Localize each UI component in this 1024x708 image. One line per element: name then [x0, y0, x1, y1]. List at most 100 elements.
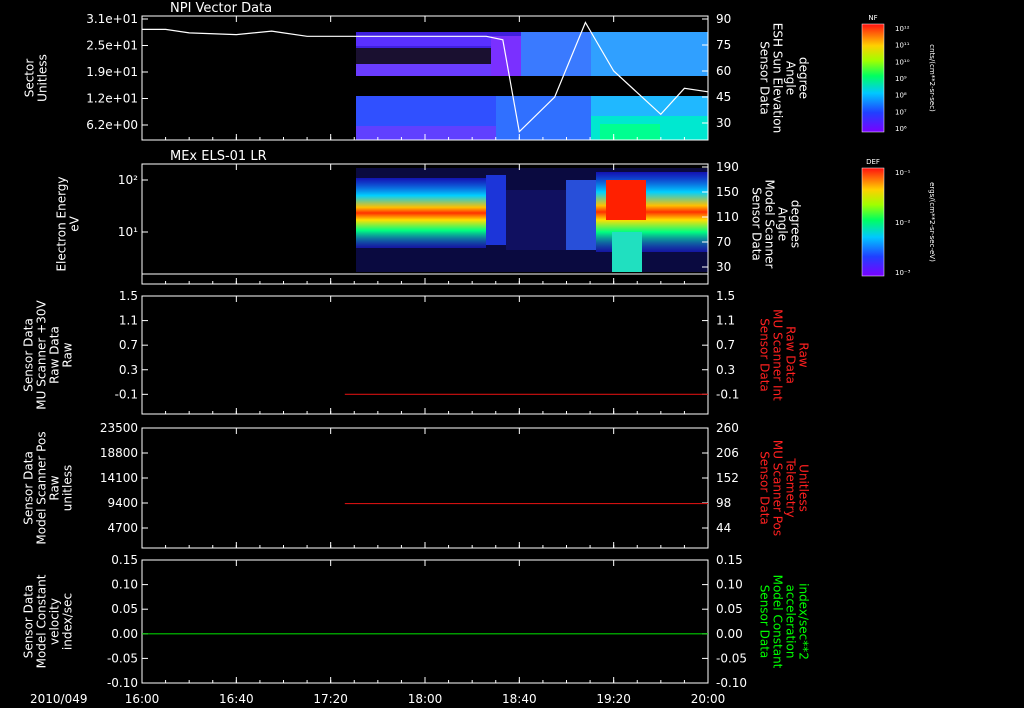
right-tick-label: 152	[716, 471, 739, 485]
colorbar-tick-label: 10¹⁰	[895, 58, 910, 66]
right-axis-label: Sensor Data	[758, 451, 772, 525]
panel-title: MEx ELS-01 LR	[170, 149, 267, 164]
right-axis-label: ESH Sun Elevation	[771, 23, 785, 133]
right-tick-label: 30	[716, 260, 731, 274]
colorbar-tick-label: 10⁷	[895, 108, 907, 116]
right-axis-label: Model Scanner	[763, 180, 777, 269]
date-label: 2010/049	[30, 692, 88, 706]
right-axis-label: Model Constant	[771, 575, 785, 669]
right-tick-label: 0.00	[716, 627, 743, 641]
colorbar-units: cnts/(cm**2-sr-sec)	[928, 44, 936, 112]
y-tick-label: 0.05	[111, 602, 138, 616]
y-tick-label: 4700	[107, 521, 138, 535]
right-axis-label: Angle	[784, 61, 798, 95]
time-tick-label: 20:00	[691, 692, 726, 706]
colorbar-tick-label: 10⁻¹	[895, 169, 911, 177]
right-tick-label: 0.7	[716, 338, 735, 352]
time-tick-label: 19:20	[596, 692, 631, 706]
right-tick-label: 0.15	[716, 553, 743, 567]
y-tick-label: 14100	[100, 471, 138, 485]
y-tick-label: 3.1e+01	[86, 12, 138, 26]
y-axis-label: index/sec	[61, 593, 75, 650]
right-tick-label: 70	[716, 235, 731, 249]
right-axis-label: Angle	[776, 207, 790, 241]
y-tick-label: 18800	[100, 446, 138, 460]
right-axis-label: degree	[797, 57, 811, 99]
colorbar-tick-label: 10⁶	[895, 125, 907, 133]
right-tick-label: -0.05	[716, 651, 747, 665]
right-axis-label: Unitless	[797, 464, 811, 512]
colorbar-label: NF	[868, 14, 877, 22]
y-tick-label: 0.10	[111, 578, 138, 592]
right-tick-label: 1.5	[716, 289, 735, 303]
y-tick-label: 0.7	[119, 338, 138, 352]
panel-frame	[141, 559, 709, 684]
y-tick-label: 1.5	[119, 289, 138, 303]
y-axis-label: MU Scanner +30V	[35, 300, 49, 410]
y-tick-label: 9400	[107, 496, 138, 510]
y-tick-label: 10¹	[118, 225, 138, 239]
y-axis-label: Sector	[23, 59, 37, 98]
y-axis-label: Sensor Data	[22, 451, 36, 525]
colorbar-units: ergs/(cm**2-sr-sec-eV)	[928, 182, 936, 262]
y-axis-label: Sensor Data	[22, 585, 36, 659]
time-tick-label: 16:40	[219, 692, 254, 706]
panel-frame	[141, 295, 709, 415]
y-tick-label: 0.15	[111, 553, 138, 567]
right-axis-label: Telemetry	[784, 457, 798, 517]
y-axis-label: Raw	[48, 475, 62, 500]
panel-title: NPI Vector Data	[170, 1, 272, 16]
colorbar-tick-label: 10⁸	[895, 92, 907, 100]
right-axis-label: Sensor Data	[758, 585, 772, 659]
y-tick-label: -0.05	[107, 651, 138, 665]
right-tick-label: -0.1	[716, 387, 739, 401]
colorbar-tick-label: 10⁻³	[895, 269, 911, 277]
colorbar-tick-label: 10¹¹	[895, 42, 910, 50]
right-tick-label: 45	[716, 90, 731, 104]
right-axis-label: Sensor Data	[758, 318, 772, 392]
y-tick-label: -0.10	[107, 676, 138, 690]
right-tick-label: 44	[716, 521, 731, 535]
right-tick-label: 150	[716, 185, 739, 199]
time-tick-label: 16:00	[125, 692, 160, 706]
right-tick-label: 190	[716, 160, 739, 174]
els-heatmap	[356, 168, 708, 272]
colorbar-label: DEF	[866, 158, 880, 166]
y-axis-label: Model Scanner Pos	[35, 431, 49, 544]
colorbar-tick-label: 10⁻²	[895, 219, 911, 227]
y-axis-label: Sensor Data	[22, 318, 36, 392]
right-axis-label: degrees	[789, 200, 803, 248]
right-tick-label: 1.1	[716, 314, 735, 328]
y-axis-label: unitless	[61, 465, 75, 511]
right-axis-label: Sensor Data	[758, 41, 772, 115]
right-axis-label: Sensor Data	[750, 187, 764, 261]
right-axis-label: MU Scanner Int	[771, 309, 785, 401]
y-axis-label: Electron Energy	[55, 176, 69, 271]
right-tick-label: 0.10	[716, 578, 743, 592]
right-tick-label: 75	[716, 38, 731, 52]
y-tick-label: 10²	[118, 173, 138, 187]
colorbar-npi	[861, 23, 885, 133]
right-axis-label: index/sec**2	[797, 583, 811, 660]
colorbar-tick-label: 10¹²	[895, 25, 910, 33]
y-axis-label: velocity	[48, 598, 62, 645]
y-tick-label: 23500	[100, 421, 138, 435]
y-axis-label: Unitless	[36, 54, 50, 102]
npi-heatmap	[356, 32, 708, 140]
colorbar-els	[861, 167, 885, 277]
right-tick-label: 60	[716, 64, 731, 78]
right-axis-label: MU Scanner Pos	[771, 440, 785, 536]
right-tick-label: 90	[716, 12, 731, 26]
right-tick-label: -0.10	[716, 676, 747, 690]
multi-panel-plot: 3.1e+01 2.5e+01 1.9e+01 1.2e+01 6.2e+00 90 75 6…	[22, 1, 937, 706]
y-tick-label: 1.2e+01	[86, 92, 138, 106]
right-axis-label: Raw	[797, 342, 811, 367]
y-tick-label: 2.5e+01	[86, 39, 138, 53]
right-tick-label: 0.3	[716, 363, 735, 377]
right-tick-label: 98	[716, 496, 731, 510]
panel-frame	[141, 427, 709, 549]
y-axis-label: Raw	[61, 342, 75, 367]
right-tick-label: 206	[716, 446, 739, 460]
right-tick-label: 0.05	[716, 602, 743, 616]
time-tick-label: 18:40	[502, 692, 537, 706]
